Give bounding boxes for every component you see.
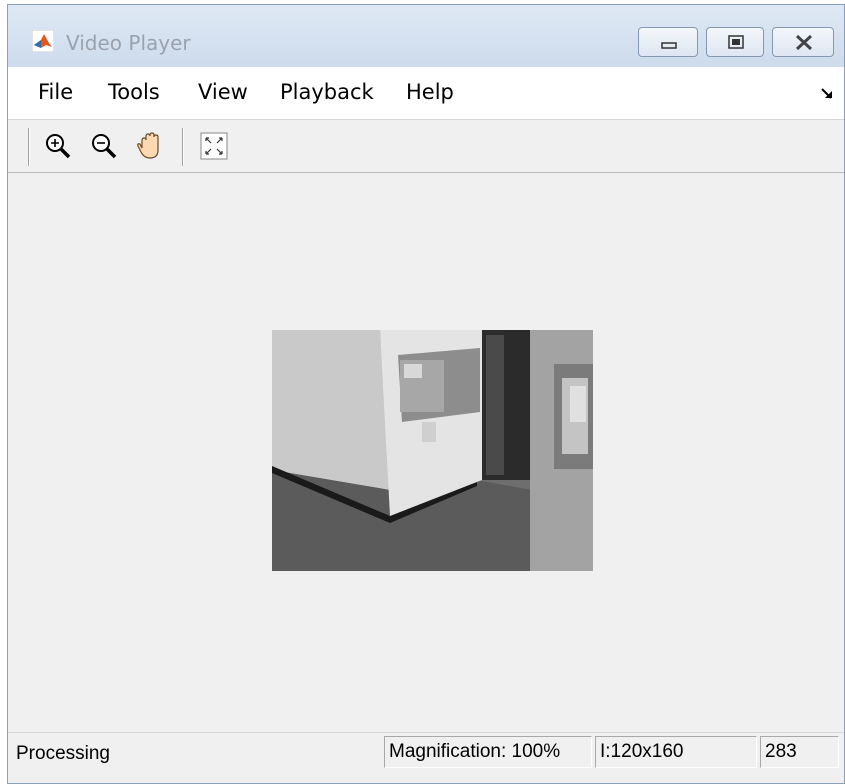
minimize-icon [661, 42, 677, 49]
zoom-out-icon[interactable] [88, 130, 120, 162]
frame-size-field: I:120x160 [595, 736, 757, 768]
menu-tools[interactable]: Tools [108, 80, 160, 104]
pan-hand-icon[interactable] [134, 130, 166, 162]
status-text: Processing [16, 743, 110, 764]
toolbar [8, 120, 844, 173]
close-button[interactable] [772, 27, 834, 57]
dock-arrow-icon[interactable] [820, 85, 836, 101]
maximize-button[interactable] [706, 27, 764, 57]
video-player-window: Video Player File Tools View Playback He… [7, 4, 845, 784]
menu-bar: File Tools View Playback Help [8, 67, 844, 120]
video-frame [272, 330, 593, 571]
toolbar-separator [28, 128, 30, 166]
close-icon [795, 34, 813, 51]
frame-number-field: 283 [760, 736, 839, 768]
matlab-logo-icon [32, 30, 54, 52]
title-bar[interactable]: Video Player [8, 5, 844, 67]
fit-to-window-icon[interactable] [198, 130, 230, 162]
magnification-field: Magnification: 100% [384, 736, 592, 768]
menu-help[interactable]: Help [406, 80, 454, 104]
menu-playback[interactable]: Playback [280, 80, 374, 104]
window-title: Video Player [66, 31, 191, 55]
toolbar-separator [182, 128, 184, 166]
minimize-button[interactable] [638, 27, 698, 57]
status-bar: Processing Magnification: 100% I:120x160… [8, 732, 844, 773]
zoom-in-icon[interactable] [42, 130, 74, 162]
maximize-icon [728, 35, 744, 49]
menu-view[interactable]: View [198, 80, 248, 104]
menu-file[interactable]: File [38, 80, 73, 104]
